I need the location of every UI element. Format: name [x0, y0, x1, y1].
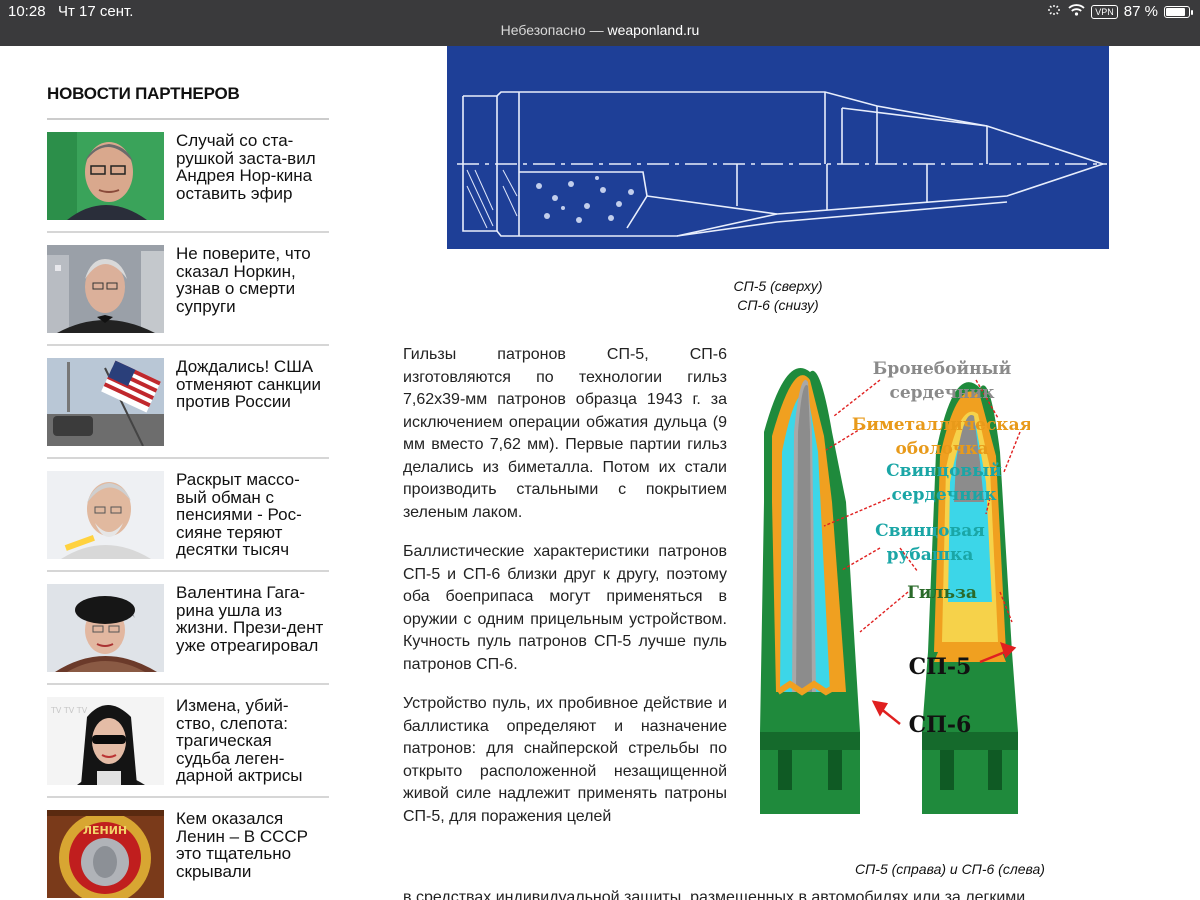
status-time: 10:28	[8, 3, 46, 20]
partner-news-sidebar: НОВОСТИ ПАРТНЕРОВ Случай со ста-рушкой з…	[47, 46, 329, 900]
news-item[interactable]: Не поверите, что сказал Норкин, узнав о …	[47, 233, 329, 346]
label-sp5: СП-5	[909, 654, 972, 680]
article-paragraph: Гильзы патронов СП-5, СП-6 изготовляются…	[403, 346, 727, 521]
news-headline[interactable]: Не поверите, что сказал Норкин, узнав о …	[176, 245, 326, 344]
address-bar[interactable]: Небезопасно — weaponland.ru	[0, 22, 1200, 38]
news-thumbnail[interactable]	[47, 132, 164, 220]
signal-icon	[1046, 3, 1062, 20]
news-item[interactable]: TV TV TV Измена, убий-ство, слепота: тра…	[47, 685, 329, 798]
label-armor-core-2: сердечник	[890, 383, 996, 403]
bullet-cutaway-figure: Бронебойный сердечник Биметаллическая об…	[750, 352, 1032, 822]
article-paragraph-continuation: в средствах индивидуальной защиты, разме…	[403, 889, 1026, 900]
news-thumbnail[interactable]	[47, 584, 164, 672]
news-headline[interactable]: Дождались! США отменяют санкции против Р…	[176, 358, 326, 457]
label-armor-core-1: Бронебойный	[873, 359, 1012, 379]
article-paragraph: Баллистические характеристики патронов С…	[403, 543, 727, 673]
medal-text: ЛЕНИН	[83, 824, 127, 837]
news-item[interactable]: Дождались! США отменяют санкции против Р…	[47, 346, 329, 459]
label-lead-jacket-1: Свинцовая	[875, 521, 985, 541]
news-headline[interactable]: Валентина Гага-рина ушла из жизни. Прези…	[176, 584, 326, 683]
label-bimetal-jacket-1: Биметаллическая	[852, 415, 1030, 435]
news-thumbnail[interactable]: TV TV TV	[47, 697, 164, 785]
figure1-caption: СП-5 (сверху) СП-6 (снизу)	[447, 277, 1109, 315]
insecure-label: Небезопасно —	[500, 22, 608, 38]
news-headline[interactable]: Измена, убий-ство, слепота: трагическая …	[176, 697, 326, 796]
article-body: Гильзы патронов СП-5, СП-6 изготовляются…	[403, 344, 727, 845]
news-item[interactable]: ЛЕНИН Кем оказался Ленин – В СССР это тщ…	[47, 798, 329, 900]
sp6-cartridge	[760, 368, 860, 814]
figure1-caption-line2: СП-6 (снизу)	[737, 297, 819, 313]
battery-percent: 87 %	[1123, 3, 1158, 20]
news-headline[interactable]: Кем оказался Ленин – В СССР это тщательн…	[176, 810, 326, 900]
label-lead-jacket-2: рубашка	[887, 545, 974, 565]
vpn-badge: VPN	[1091, 4, 1118, 19]
figure2-caption: СП-5 (справа) и СП-6 (слева)	[855, 861, 1045, 877]
status-bar: 10:28 Чт 17 сент. VPN 87 % Небезопасно —…	[0, 0, 1200, 46]
news-item[interactable]: Раскрыт массо-вый обман с пенсиями - Рос…	[47, 459, 329, 572]
wifi-icon	[1068, 3, 1085, 20]
url-host: weaponland.ru	[607, 22, 700, 38]
label-lead-core-2: сердечник	[892, 485, 998, 505]
svg-text:TV TV TV: TV TV TV	[50, 706, 88, 715]
label-sp6: СП-6	[909, 712, 972, 738]
news-headline[interactable]: Раскрыт массо-вый обман с пенсиями - Рос…	[176, 471, 326, 570]
news-thumbnail[interactable]	[47, 358, 164, 446]
label-case: Гильза	[907, 583, 977, 603]
label-bimetal-jacket-2: оболочка	[895, 439, 988, 459]
news-item[interactable]: Валентина Гага-рина ушла из жизни. Прези…	[47, 572, 329, 685]
battery-icon	[1164, 5, 1193, 18]
figure1-caption-line1: СП-5 (сверху)	[733, 278, 823, 294]
status-right: VPN 87 %	[1046, 3, 1193, 20]
label-lead-core-1: Свинцовый	[886, 461, 1002, 481]
news-thumbnail[interactable]	[47, 245, 164, 333]
article-paragraph: Устройство пуль, их пробивное действие и…	[403, 695, 727, 825]
sidebar-heading: НОВОСТИ ПАРТНЕРОВ	[47, 84, 240, 103]
news-thumbnail[interactable]: ЛЕНИН	[47, 810, 164, 898]
status-date: Чт 17 сент.	[58, 3, 134, 20]
cartridge-blueprint-figure	[447, 46, 1109, 249]
news-headline[interactable]: Случай со ста-рушкой заста-вил Андрея Но…	[176, 132, 326, 231]
news-item[interactable]: Случай со ста-рушкой заста-вил Андрея Но…	[47, 120, 329, 233]
news-thumbnail[interactable]	[47, 471, 164, 559]
